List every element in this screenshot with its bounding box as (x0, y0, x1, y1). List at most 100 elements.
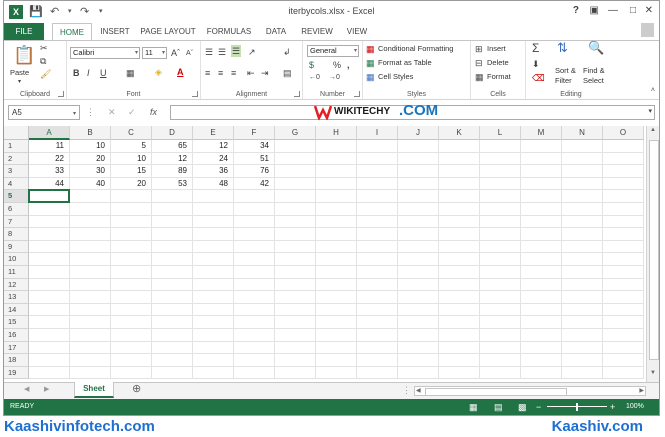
row-header-11[interactable]: 11 (4, 266, 29, 279)
cell-e11[interactable] (193, 266, 234, 279)
scroll-down-icon[interactable]: ▼ (650, 370, 656, 376)
cell-n10[interactable] (562, 253, 603, 266)
cell-f3[interactable]: 76 (234, 165, 275, 178)
cell-c15[interactable] (111, 316, 152, 329)
cell-j3[interactable] (398, 165, 439, 178)
cell-m5[interactable] (521, 190, 562, 203)
cell-e16[interactable] (193, 329, 234, 342)
number-format-select[interactable]: General ▾ (307, 45, 359, 57)
row-header-15[interactable]: 15 (4, 316, 29, 329)
cell-j1[interactable] (398, 140, 439, 153)
cell-d11[interactable] (152, 266, 193, 279)
cell-i7[interactable] (357, 215, 398, 229)
cell-a15[interactable] (29, 316, 70, 329)
row-header-1[interactable]: 1 (4, 140, 29, 153)
cell-e19[interactable] (193, 366, 234, 380)
cell-l3[interactable] (480, 165, 521, 178)
insert-button[interactable]: Insert (487, 44, 506, 53)
cell-o2[interactable] (603, 152, 644, 166)
cell-g16[interactable] (275, 329, 316, 342)
tab-data[interactable]: DATA (261, 23, 291, 40)
column-header-j[interactable]: J (398, 126, 439, 140)
cell-a6[interactable] (29, 203, 70, 216)
cell-b12[interactable] (70, 278, 111, 292)
cell-n11[interactable] (562, 266, 603, 279)
cell-l9[interactable] (480, 240, 521, 254)
cell-c5[interactable] (111, 190, 152, 203)
expand-formula-bar-icon[interactable]: ▾ (648, 107, 652, 117)
cell-d5[interactable] (152, 190, 193, 203)
cell-m4[interactable] (521, 177, 562, 191)
column-header-d[interactable]: D (152, 126, 193, 140)
orientation-icon[interactable]: ↗ (248, 47, 256, 57)
cell-c13[interactable] (111, 291, 152, 304)
fill-color-icon[interactable]: ◈ (155, 67, 162, 77)
cell-g10[interactable] (275, 253, 316, 266)
cell-j8[interactable] (398, 228, 439, 241)
cell-g5[interactable] (275, 190, 316, 203)
cell-k6[interactable] (439, 203, 480, 216)
cell-h3[interactable] (316, 165, 357, 178)
vertical-scroll-thumb[interactable] (649, 140, 659, 360)
cell-b18[interactable] (70, 354, 111, 367)
cell-d4[interactable]: 53 (152, 177, 193, 191)
zoom-slider-thumb[interactable] (576, 403, 578, 411)
more-sheets-icon[interactable]: ⋮ (402, 385, 411, 395)
cell-m17[interactable] (521, 341, 562, 355)
cell-g9[interactable] (275, 240, 316, 254)
cell-b3[interactable]: 30 (70, 165, 111, 178)
borders-icon[interactable]: ▦ (126, 68, 135, 78)
row-header-10[interactable]: 10 (4, 253, 29, 266)
cell-b11[interactable] (70, 266, 111, 279)
format-as-table-button[interactable]: Format as Table (378, 58, 432, 67)
cell-e8[interactable] (193, 228, 234, 241)
cell-f1[interactable]: 34 (234, 140, 275, 153)
cell-h8[interactable] (316, 228, 357, 241)
sort-label[interactable]: Sort & (555, 66, 576, 75)
cell-l2[interactable] (480, 152, 521, 166)
cell-a8[interactable] (29, 228, 70, 241)
cell-c19[interactable] (111, 366, 152, 380)
cell-h10[interactable] (316, 253, 357, 266)
row-header-17[interactable]: 17 (4, 341, 29, 355)
cell-h5[interactable] (316, 190, 357, 203)
cell-e7[interactable] (193, 215, 234, 229)
cell-b16[interactable] (70, 329, 111, 342)
page-layout-view-icon[interactable]: ▤ (494, 399, 503, 415)
cell-n3[interactable] (562, 165, 603, 178)
cell-f7[interactable] (234, 215, 275, 229)
row-header-18[interactable]: 18 (4, 354, 29, 367)
cell-i15[interactable] (357, 316, 398, 329)
scroll-up-icon[interactable]: ▲ (650, 127, 656, 133)
new-sheet-icon[interactable]: ⊕ (132, 384, 141, 395)
cell-l17[interactable] (480, 341, 521, 355)
cell-n15[interactable] (562, 316, 603, 329)
cell-m10[interactable] (521, 253, 562, 266)
cell-i1[interactable] (357, 140, 398, 153)
cell-k1[interactable] (439, 140, 480, 153)
cell-e5[interactable] (193, 190, 234, 203)
cell-j2[interactable] (398, 152, 439, 166)
cell-g18[interactable] (275, 354, 316, 367)
cell-o18[interactable] (603, 354, 644, 367)
fill-icon[interactable]: ⬇ (532, 59, 540, 69)
cell-m2[interactable] (521, 152, 562, 166)
cell-c18[interactable] (111, 354, 152, 367)
cell-n7[interactable] (562, 215, 603, 229)
cell-i9[interactable] (357, 240, 398, 254)
row-header-8[interactable]: 8 (4, 228, 29, 241)
cell-e14[interactable] (193, 303, 234, 317)
cell-h4[interactable] (316, 177, 357, 191)
cell-e17[interactable] (193, 341, 234, 355)
column-header-h[interactable]: H (316, 126, 357, 140)
row-header-2[interactable]: 2 (4, 152, 29, 166)
cell-j18[interactable] (398, 354, 439, 367)
cell-d3[interactable]: 89 (152, 165, 193, 178)
cell-g2[interactable] (275, 152, 316, 166)
cell-g13[interactable] (275, 291, 316, 304)
scroll-left-icon[interactable]: ◀ (416, 387, 421, 394)
tab-insert[interactable]: INSERT (96, 23, 134, 40)
cell-m6[interactable] (521, 203, 562, 216)
cell-h7[interactable] (316, 215, 357, 229)
active-cell-selection[interactable] (28, 189, 70, 203)
